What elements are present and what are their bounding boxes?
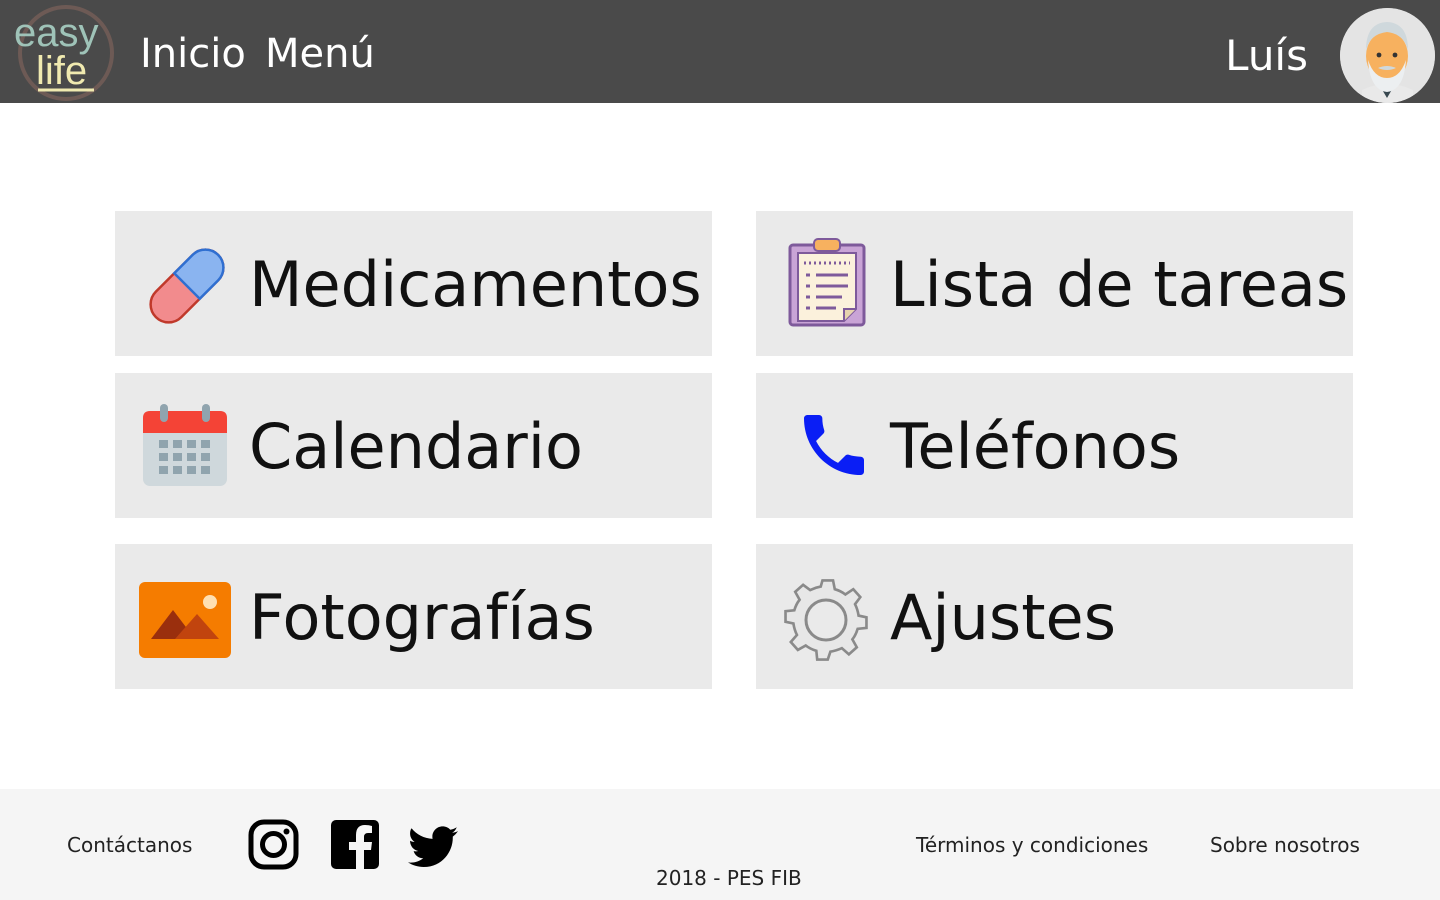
footer-about-link[interactable]: Sobre nosotros [1210,832,1360,858]
phone-icon [792,405,876,489]
user-name: Luís [1225,31,1308,80]
tile-medicamentos[interactable]: Medicamentos [115,211,712,356]
tile-lista-de-tareas[interactable]: Lista de tareas [756,211,1353,356]
clipboard-icon [788,237,866,331]
tile-ajustes[interactable]: Ajustes [756,544,1353,689]
tile-label: Medicamentos [249,248,702,321]
tile-calendario[interactable]: Calendario [115,373,712,518]
avatar[interactable] [1340,8,1435,103]
pill-icon [141,241,233,335]
copyright-text: 2018 - PES FIB [656,866,802,890]
footer-terms-link[interactable]: Términos y condiciones [916,832,1148,858]
nav-menu[interactable]: Menú [265,30,375,78]
facebook-icon[interactable] [331,820,379,873]
calendar-icon [142,403,228,491]
logo-text-life: life [36,49,87,93]
tile-label: Calendario [249,410,583,483]
nav-inicio[interactable]: Inicio [140,30,246,78]
top-bar: easy life Inicio Menú Luís [0,0,1440,103]
tile-label: Teléfonos [890,410,1181,483]
tile-label: Lista de tareas [890,248,1349,321]
tile-label: Ajustes [890,581,1116,654]
tile-label: Fotografías [249,581,595,654]
tile-telefonos[interactable]: Teléfonos [756,373,1353,518]
twitter-icon[interactable] [408,826,458,872]
instagram-icon[interactable] [248,819,299,874]
gear-icon [782,576,870,668]
elderly-man-avatar-icon [1340,8,1435,103]
tile-fotografias[interactable]: Fotografías [115,544,712,689]
easy-life-logo[interactable]: easy life [14,2,120,102]
image-icon [139,582,231,662]
footer-contact-link[interactable]: Contáctanos [67,832,192,858]
